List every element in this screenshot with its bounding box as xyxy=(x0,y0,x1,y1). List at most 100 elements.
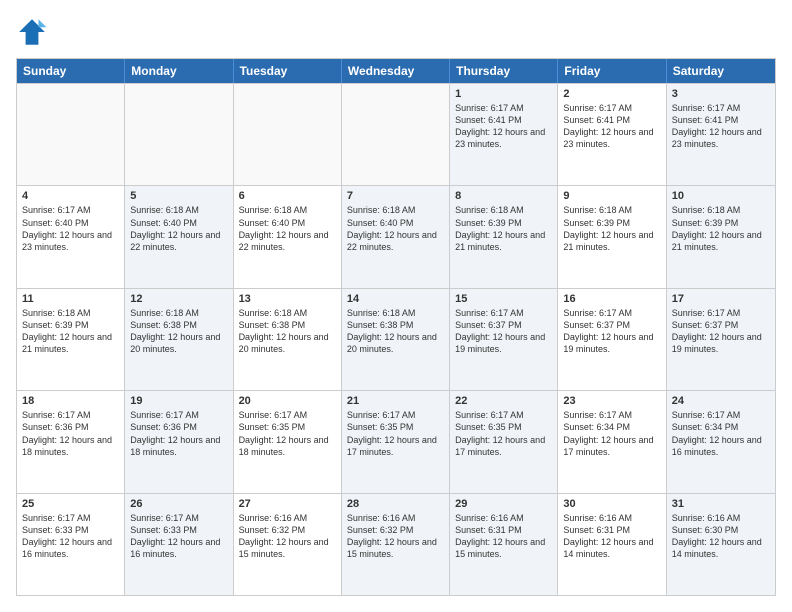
day-number: 18 xyxy=(22,395,119,407)
header-day-friday: Friday xyxy=(558,59,666,83)
day-info: Sunrise: 6:17 AM Sunset: 6:37 PM Dayligh… xyxy=(563,307,660,356)
day-info: Sunrise: 6:17 AM Sunset: 6:35 PM Dayligh… xyxy=(239,409,336,458)
day-number: 14 xyxy=(347,293,444,305)
header-day-saturday: Saturday xyxy=(667,59,775,83)
header-day-thursday: Thursday xyxy=(450,59,558,83)
calendar-row-3: 18 Sunrise: 6:17 AM Sunset: 6:36 PM Dayli… xyxy=(17,390,775,492)
day-info: Sunrise: 6:16 AM Sunset: 6:30 PM Dayligh… xyxy=(672,512,770,561)
day-info: Sunrise: 6:17 AM Sunset: 6:41 PM Dayligh… xyxy=(672,102,770,151)
day-cell-7: 7 Sunrise: 6:18 AM Sunset: 6:40 PM Daylig… xyxy=(342,186,450,287)
calendar-row-4: 25 Sunrise: 6:17 AM Sunset: 6:33 PM Dayli… xyxy=(17,493,775,595)
day-info: Sunrise: 6:18 AM Sunset: 6:39 PM Dayligh… xyxy=(22,307,119,356)
day-number: 9 xyxy=(563,190,660,202)
logo xyxy=(16,16,52,48)
day-number: 7 xyxy=(347,190,444,202)
calendar-body: 1Sunrise: 6:17 AM Sunset: 6:41 PM Daylig… xyxy=(17,83,775,595)
day-cell-10: 10 Sunrise: 6:18 AM Sunset: 6:39 PM Dayli… xyxy=(667,186,775,287)
day-info: Sunrise: 6:17 AM Sunset: 6:41 PM Dayligh… xyxy=(563,102,660,151)
day-number: 19 xyxy=(130,395,227,407)
day-number: 29 xyxy=(455,498,552,510)
day-info: Sunrise: 6:17 AM Sunset: 6:33 PM Dayligh… xyxy=(130,512,227,561)
day-info: Sunrise: 6:18 AM Sunset: 6:39 PM Dayligh… xyxy=(672,204,770,253)
day-number: 27 xyxy=(239,498,336,510)
day-info: Sunrise: 6:16 AM Sunset: 6:32 PM Dayligh… xyxy=(239,512,336,561)
empty-cell-0-3 xyxy=(342,84,450,185)
day-cell-27: 27 Sunrise: 6:16 AM Sunset: 6:32 PM Dayli… xyxy=(234,494,342,595)
empty-cell-0-1 xyxy=(125,84,233,185)
day-info: Sunrise: 6:17 AM Sunset: 6:33 PM Dayligh… xyxy=(22,512,119,561)
day-cell-12: 12 Sunrise: 6:18 AM Sunset: 6:38 PM Dayli… xyxy=(125,289,233,390)
day-info: Sunrise: 6:17 AM Sunset: 6:36 PM Dayligh… xyxy=(22,409,119,458)
day-number: 22 xyxy=(455,395,552,407)
day-cell-15: 15 Sunrise: 6:17 AM Sunset: 6:37 PM Dayli… xyxy=(450,289,558,390)
day-number: 31 xyxy=(672,498,770,510)
day-cell-14: 14 Sunrise: 6:18 AM Sunset: 6:38 PM Dayli… xyxy=(342,289,450,390)
day-info: Sunrise: 6:18 AM Sunset: 6:40 PM Dayligh… xyxy=(239,204,336,253)
day-number: 30 xyxy=(563,498,660,510)
day-cell-23: 23 Sunrise: 6:17 AM Sunset: 6:34 PM Dayli… xyxy=(558,391,666,492)
day-number: 13 xyxy=(239,293,336,305)
calendar-row-0: 1Sunrise: 6:17 AM Sunset: 6:41 PM Daylig… xyxy=(17,83,775,185)
day-cell-22: 22 Sunrise: 6:17 AM Sunset: 6:35 PM Dayli… xyxy=(450,391,558,492)
day-cell-4: 4Sunrise: 6:17 AM Sunset: 6:40 PM Daylig… xyxy=(17,186,125,287)
day-cell-16: 16Sunrise: 6:17 AM Sunset: 6:37 PM Dayli… xyxy=(558,289,666,390)
day-cell-18: 18 Sunrise: 6:17 AM Sunset: 6:36 PM Dayli… xyxy=(17,391,125,492)
day-number: 2 xyxy=(563,88,660,100)
day-info: Sunrise: 6:18 AM Sunset: 6:40 PM Dayligh… xyxy=(347,204,444,253)
day-number: 23 xyxy=(563,395,660,407)
day-info: Sunrise: 6:16 AM Sunset: 6:32 PM Dayligh… xyxy=(347,512,444,561)
day-info: Sunrise: 6:17 AM Sunset: 6:34 PM Dayligh… xyxy=(672,409,770,458)
header-day-tuesday: Tuesday xyxy=(234,59,342,83)
day-cell-13: 13 Sunrise: 6:18 AM Sunset: 6:38 PM Dayli… xyxy=(234,289,342,390)
day-info: Sunrise: 6:17 AM Sunset: 6:37 PM Dayligh… xyxy=(455,307,552,356)
day-number: 4 xyxy=(22,190,119,202)
day-info: Sunrise: 6:17 AM Sunset: 6:34 PM Dayligh… xyxy=(563,409,660,458)
header-day-sunday: Sunday xyxy=(17,59,125,83)
day-info: Sunrise: 6:17 AM Sunset: 6:36 PM Dayligh… xyxy=(130,409,227,458)
day-cell-31: 31 Sunrise: 6:16 AM Sunset: 6:30 PM Dayli… xyxy=(667,494,775,595)
day-number: 15 xyxy=(455,293,552,305)
day-number: 26 xyxy=(130,498,227,510)
day-number: 10 xyxy=(672,190,770,202)
day-info: Sunrise: 6:17 AM Sunset: 6:35 PM Dayligh… xyxy=(455,409,552,458)
day-cell-5: 5 Sunrise: 6:18 AM Sunset: 6:40 PM Daylig… xyxy=(125,186,233,287)
day-cell-8: 8Sunrise: 6:18 AM Sunset: 6:39 PM Daylig… xyxy=(450,186,558,287)
calendar-row-2: 11 Sunrise: 6:18 AM Sunset: 6:39 PM Dayli… xyxy=(17,288,775,390)
day-cell-2: 2 Sunrise: 6:17 AM Sunset: 6:41 PM Daylig… xyxy=(558,84,666,185)
day-info: Sunrise: 6:18 AM Sunset: 6:39 PM Dayligh… xyxy=(563,204,660,253)
day-cell-6: 6Sunrise: 6:18 AM Sunset: 6:40 PM Daylig… xyxy=(234,186,342,287)
day-number: 28 xyxy=(347,498,444,510)
day-number: 5 xyxy=(130,190,227,202)
day-cell-29: 29 Sunrise: 6:16 AM Sunset: 6:31 PM Dayli… xyxy=(450,494,558,595)
day-info: Sunrise: 6:17 AM Sunset: 6:35 PM Dayligh… xyxy=(347,409,444,458)
day-cell-26: 26 Sunrise: 6:17 AM Sunset: 6:33 PM Dayli… xyxy=(125,494,233,595)
day-cell-20: 20 Sunrise: 6:17 AM Sunset: 6:35 PM Dayli… xyxy=(234,391,342,492)
day-info: Sunrise: 6:18 AM Sunset: 6:38 PM Dayligh… xyxy=(130,307,227,356)
day-number: 11 xyxy=(22,293,119,305)
day-info: Sunrise: 6:16 AM Sunset: 6:31 PM Dayligh… xyxy=(455,512,552,561)
day-info: Sunrise: 6:17 AM Sunset: 6:41 PM Dayligh… xyxy=(455,102,552,151)
day-number: 20 xyxy=(239,395,336,407)
day-number: 12 xyxy=(130,293,227,305)
header-day-monday: Monday xyxy=(125,59,233,83)
day-info: Sunrise: 6:18 AM Sunset: 6:39 PM Dayligh… xyxy=(455,204,552,253)
day-cell-30: 30Sunrise: 6:16 AM Sunset: 6:31 PM Dayli… xyxy=(558,494,666,595)
empty-cell-0-2 xyxy=(234,84,342,185)
day-cell-24: 24 Sunrise: 6:17 AM Sunset: 6:34 PM Dayli… xyxy=(667,391,775,492)
day-info: Sunrise: 6:18 AM Sunset: 6:38 PM Dayligh… xyxy=(347,307,444,356)
day-info: Sunrise: 6:18 AM Sunset: 6:40 PM Dayligh… xyxy=(130,204,227,253)
header xyxy=(16,16,776,48)
day-info: Sunrise: 6:18 AM Sunset: 6:38 PM Dayligh… xyxy=(239,307,336,356)
day-number: 24 xyxy=(672,395,770,407)
day-cell-28: 28 Sunrise: 6:16 AM Sunset: 6:32 PM Dayli… xyxy=(342,494,450,595)
day-cell-19: 19 Sunrise: 6:17 AM Sunset: 6:36 PM Dayli… xyxy=(125,391,233,492)
day-cell-11: 11 Sunrise: 6:18 AM Sunset: 6:39 PM Dayli… xyxy=(17,289,125,390)
day-number: 21 xyxy=(347,395,444,407)
calendar-header: SundayMondayTuesdayWednesdayThursdayFrid… xyxy=(17,59,775,83)
calendar: SundayMondayTuesdayWednesdayThursdayFrid… xyxy=(16,58,776,596)
day-number: 25 xyxy=(22,498,119,510)
header-day-wednesday: Wednesday xyxy=(342,59,450,83)
logo-icon xyxy=(16,16,48,48)
day-number: 3 xyxy=(672,88,770,100)
day-cell-3: 3 Sunrise: 6:17 AM Sunset: 6:41 PM Daylig… xyxy=(667,84,775,185)
